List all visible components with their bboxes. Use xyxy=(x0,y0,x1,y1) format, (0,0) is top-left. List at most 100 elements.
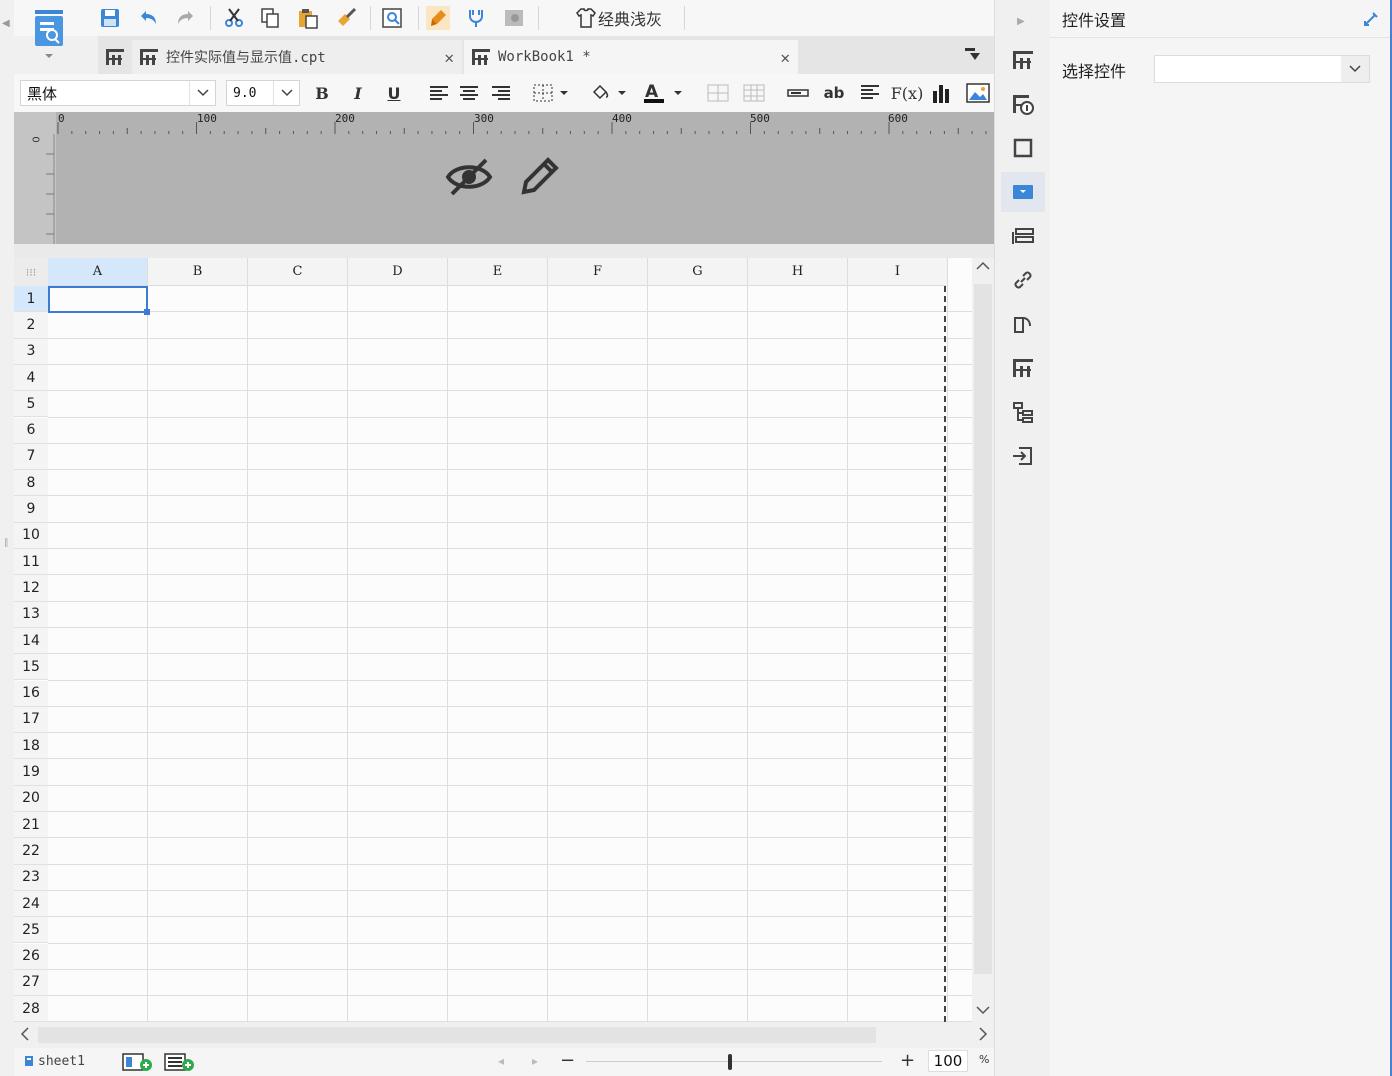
close-icon[interactable]: ✕ xyxy=(780,48,790,67)
row-header[interactable]: 27 xyxy=(14,969,48,997)
vertical-scroll-thumb[interactable] xyxy=(974,284,992,974)
scroll-left-icon[interactable] xyxy=(20,1027,30,1045)
cell-element-icon[interactable] xyxy=(1001,40,1045,80)
align-left-icon[interactable] xyxy=(428,82,450,104)
left-collapse-strip[interactable]: ◀ ‖ xyxy=(0,0,14,1076)
row-header[interactable]: 20 xyxy=(14,785,48,812)
brush-icon[interactable] xyxy=(426,6,450,30)
widget-settings-icon[interactable] xyxy=(1001,172,1045,212)
bold-button[interactable]: B xyxy=(312,82,332,104)
page-setup-icon[interactable] xyxy=(1001,304,1045,344)
scroll-right-icon[interactable] xyxy=(978,1027,988,1045)
row-header[interactable]: 14 xyxy=(14,627,48,655)
unmerge-cells-icon[interactable] xyxy=(742,82,766,104)
float-element-icon[interactable] xyxy=(1001,128,1045,168)
font-color-icon[interactable]: A xyxy=(642,82,688,104)
tree-structure-icon[interactable] xyxy=(1001,392,1045,432)
column-header[interactable]: D xyxy=(348,258,448,286)
row-header[interactable]: 25 xyxy=(14,917,48,944)
chevron-down-icon[interactable] xyxy=(189,81,215,105)
font-size-select[interactable]: 9.0 xyxy=(226,80,300,106)
zoom-in-icon[interactable]: + xyxy=(900,1050,915,1071)
save-icon[interactable] xyxy=(98,6,122,30)
condition-attribute-icon[interactable] xyxy=(1001,216,1045,256)
column-header[interactable]: H xyxy=(748,258,848,286)
row-header[interactable]: 3 xyxy=(14,338,48,365)
resize-grip-icon[interactable]: ‖ xyxy=(4,538,9,548)
vertical-scrollbar[interactable] xyxy=(972,258,994,1022)
selected-cell[interactable] xyxy=(48,286,148,313)
row-header[interactable]: 24 xyxy=(14,890,48,918)
undo-icon[interactable] xyxy=(136,6,160,30)
cell-attribute-icon[interactable] xyxy=(1001,84,1045,124)
plugin-icon[interactable] xyxy=(464,6,488,30)
row-header[interactable]: 18 xyxy=(14,733,48,760)
column-header[interactable]: G xyxy=(648,258,748,286)
report-attribute-icon[interactable] xyxy=(1001,348,1045,388)
row-header[interactable]: 22 xyxy=(14,838,48,865)
row-header[interactable]: 26 xyxy=(14,943,48,970)
text-wrap-button[interactable]: ab xyxy=(820,82,848,104)
select-widget-dropdown[interactable] xyxy=(1154,55,1370,83)
merge-cells-icon[interactable] xyxy=(706,82,730,104)
row-header[interactable]: 4 xyxy=(14,364,48,392)
row-header[interactable]: 17 xyxy=(14,706,48,734)
fill-handle[interactable] xyxy=(144,309,150,315)
close-icon[interactable]: ✕ xyxy=(444,48,454,67)
chart-icon[interactable] xyxy=(930,82,954,104)
tab-list-icon[interactable] xyxy=(98,40,128,74)
column-header[interactable]: E xyxy=(448,258,548,286)
chevron-down-icon[interactable] xyxy=(273,81,299,105)
zoom-slider-track[interactable] xyxy=(586,1061,882,1062)
add-report-sheet-icon[interactable] xyxy=(122,1052,154,1076)
row-header[interactable]: 15 xyxy=(14,654,48,681)
row-header[interactable]: 23 xyxy=(14,864,48,891)
scroll-up-icon[interactable] xyxy=(976,260,990,276)
border-select-icon[interactable] xyxy=(532,82,572,104)
scroll-down-icon[interactable] xyxy=(976,1004,990,1020)
row-header[interactable]: 2 xyxy=(14,312,48,339)
align-right-icon[interactable] xyxy=(490,82,512,104)
cut-icon[interactable] xyxy=(222,6,246,30)
column-header[interactable]: F xyxy=(548,258,648,286)
underline-button[interactable]: U xyxy=(384,82,404,104)
row-header[interactable]: 19 xyxy=(14,759,48,786)
column-header[interactable]: C xyxy=(248,258,348,286)
import-icon[interactable] xyxy=(1001,436,1045,476)
row-header[interactable]: 13 xyxy=(14,601,48,628)
collapse-left-icon[interactable]: ◀ xyxy=(2,18,10,29)
tab-menu-icon[interactable] xyxy=(964,46,980,66)
chevron-down-icon[interactable] xyxy=(1341,56,1369,82)
row-header[interactable]: 11 xyxy=(14,549,48,576)
column-header[interactable]: A xyxy=(48,258,148,286)
row-header[interactable]: 8 xyxy=(14,470,48,497)
zoom-slider-thumb[interactable] xyxy=(728,1054,732,1070)
pin-icon[interactable] xyxy=(1362,10,1380,32)
row-header[interactable]: 12 xyxy=(14,575,48,602)
row-header[interactable]: 6 xyxy=(14,417,48,444)
horizontal-scrollbar[interactable] xyxy=(14,1022,994,1048)
sheet-tab[interactable]: sheet1 xyxy=(24,1050,85,1072)
designer-menu-icon[interactable] xyxy=(30,8,68,66)
insert-field-icon[interactable] xyxy=(786,82,810,104)
preview-icon[interactable] xyxy=(380,6,404,30)
column-header[interactable]: B xyxy=(148,258,248,286)
select-all-corner[interactable]: ⁝⁝⁝ xyxy=(14,258,48,286)
horizontal-scroll-thumb[interactable] xyxy=(38,1027,876,1043)
italic-button[interactable]: I xyxy=(348,82,368,104)
column-header[interactable]: I xyxy=(848,258,948,286)
row-header[interactable]: 28 xyxy=(14,996,48,1022)
paragraph-icon[interactable] xyxy=(858,82,882,104)
zoom-value-field[interactable]: 100 xyxy=(928,1050,968,1072)
fill-color-icon[interactable] xyxy=(588,82,632,104)
prev-sheet-icon[interactable]: ◂ xyxy=(498,1054,504,1068)
spreadsheet-grid[interactable]: ⁝⁝⁝ ABCDEFGHI 1 2 3 4 5 6 7 8 9 10 11 12 13 14 15 16 17 1… xyxy=(14,258,972,1022)
image-icon[interactable] xyxy=(966,82,990,104)
hyperlink-icon[interactable] xyxy=(1001,260,1045,300)
row-header[interactable]: 9 xyxy=(14,496,48,523)
edit-header-icon[interactable] xyxy=(516,154,562,204)
row-header[interactable]: 7 xyxy=(14,443,48,471)
tab-workbook[interactable]: WorkBook1 * ✕ xyxy=(464,40,798,74)
formula-button[interactable]: F(x) xyxy=(891,82,924,104)
paste-icon[interactable] xyxy=(296,6,320,30)
